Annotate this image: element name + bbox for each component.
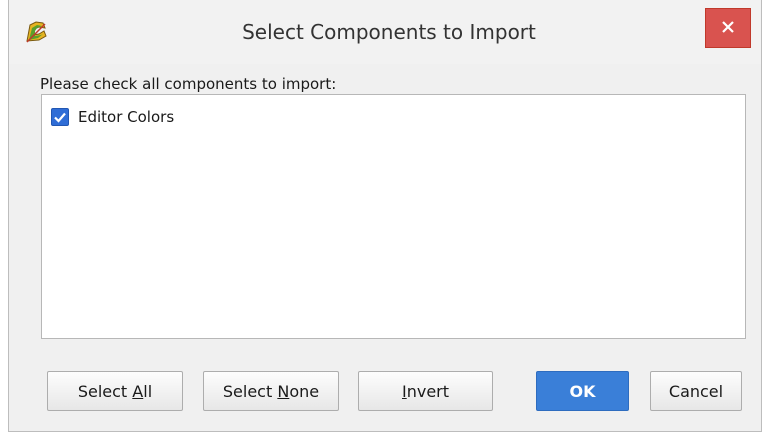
invert-label: Invert [401,381,450,401]
components-list[interactable]: Editor Colors [41,94,746,339]
select-all-button[interactable]: Select All [47,371,183,411]
editor-colors-checkbox[interactable] [51,108,69,126]
close-button[interactable] [705,8,751,48]
list-item-editor-colors[interactable]: Editor Colors [51,107,174,127]
select-none-button[interactable]: Select None [203,371,339,411]
cancel-button[interactable]: Cancel [650,371,742,411]
window-title: Select Components to Import [242,20,536,44]
checkmark-icon [54,112,66,123]
import-components-dialog: Select Components to Import Please check… [8,0,762,432]
instruction-label: Please check all components to import: [40,75,337,93]
select-none-label: Select None [222,381,320,401]
editor-colors-label: Editor Colors [78,108,175,126]
ok-button[interactable]: OK [536,371,629,411]
select-all-label: Select All [77,381,153,401]
title-bar[interactable]: Select Components to Import [9,0,761,64]
close-icon [721,19,735,38]
invert-button[interactable]: Invert [358,371,493,411]
